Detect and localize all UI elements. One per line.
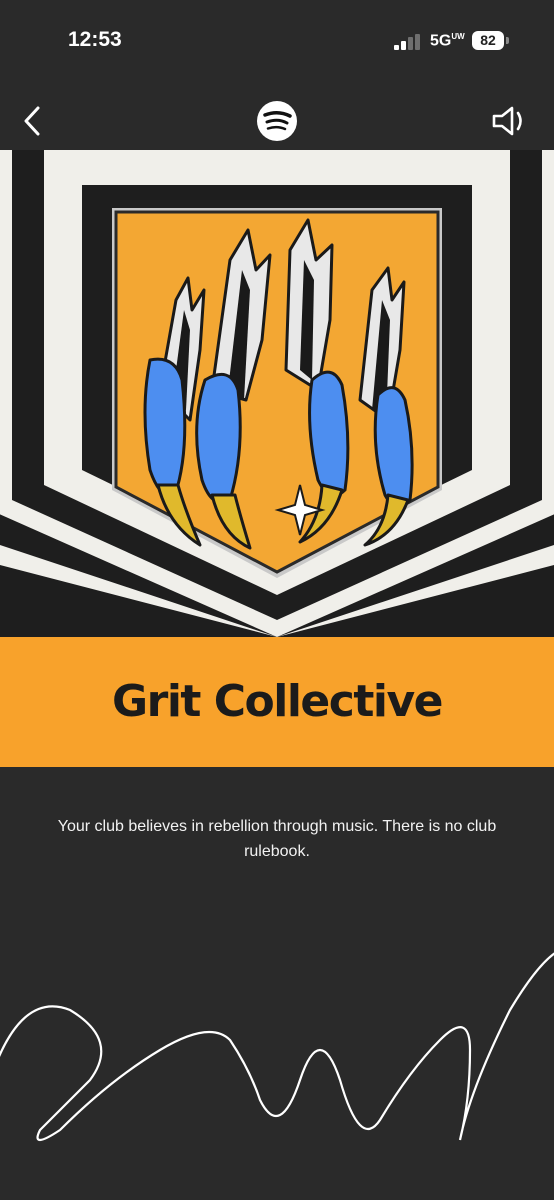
network-type: 5GUW (430, 32, 465, 50)
club-name-banner: Grit Collective (0, 637, 554, 767)
spotify-logo-icon (257, 101, 297, 141)
club-badge-artwork (0, 150, 554, 637)
status-bar: 12:53 5GUW 82 (0, 0, 554, 80)
battery-tip (506, 37, 509, 44)
speaker-icon[interactable] (490, 104, 530, 138)
club-description: Your club believes in rebellion through … (57, 818, 497, 860)
club-name: Grit Collective (112, 676, 444, 727)
chevron-left-icon[interactable] (18, 104, 48, 138)
decorative-squiggle (0, 952, 554, 1142)
top-navigation (0, 90, 554, 150)
battery-level: 82 (472, 31, 504, 50)
clock: 12:53 (68, 28, 122, 51)
cellular-signal-icon (394, 34, 420, 50)
